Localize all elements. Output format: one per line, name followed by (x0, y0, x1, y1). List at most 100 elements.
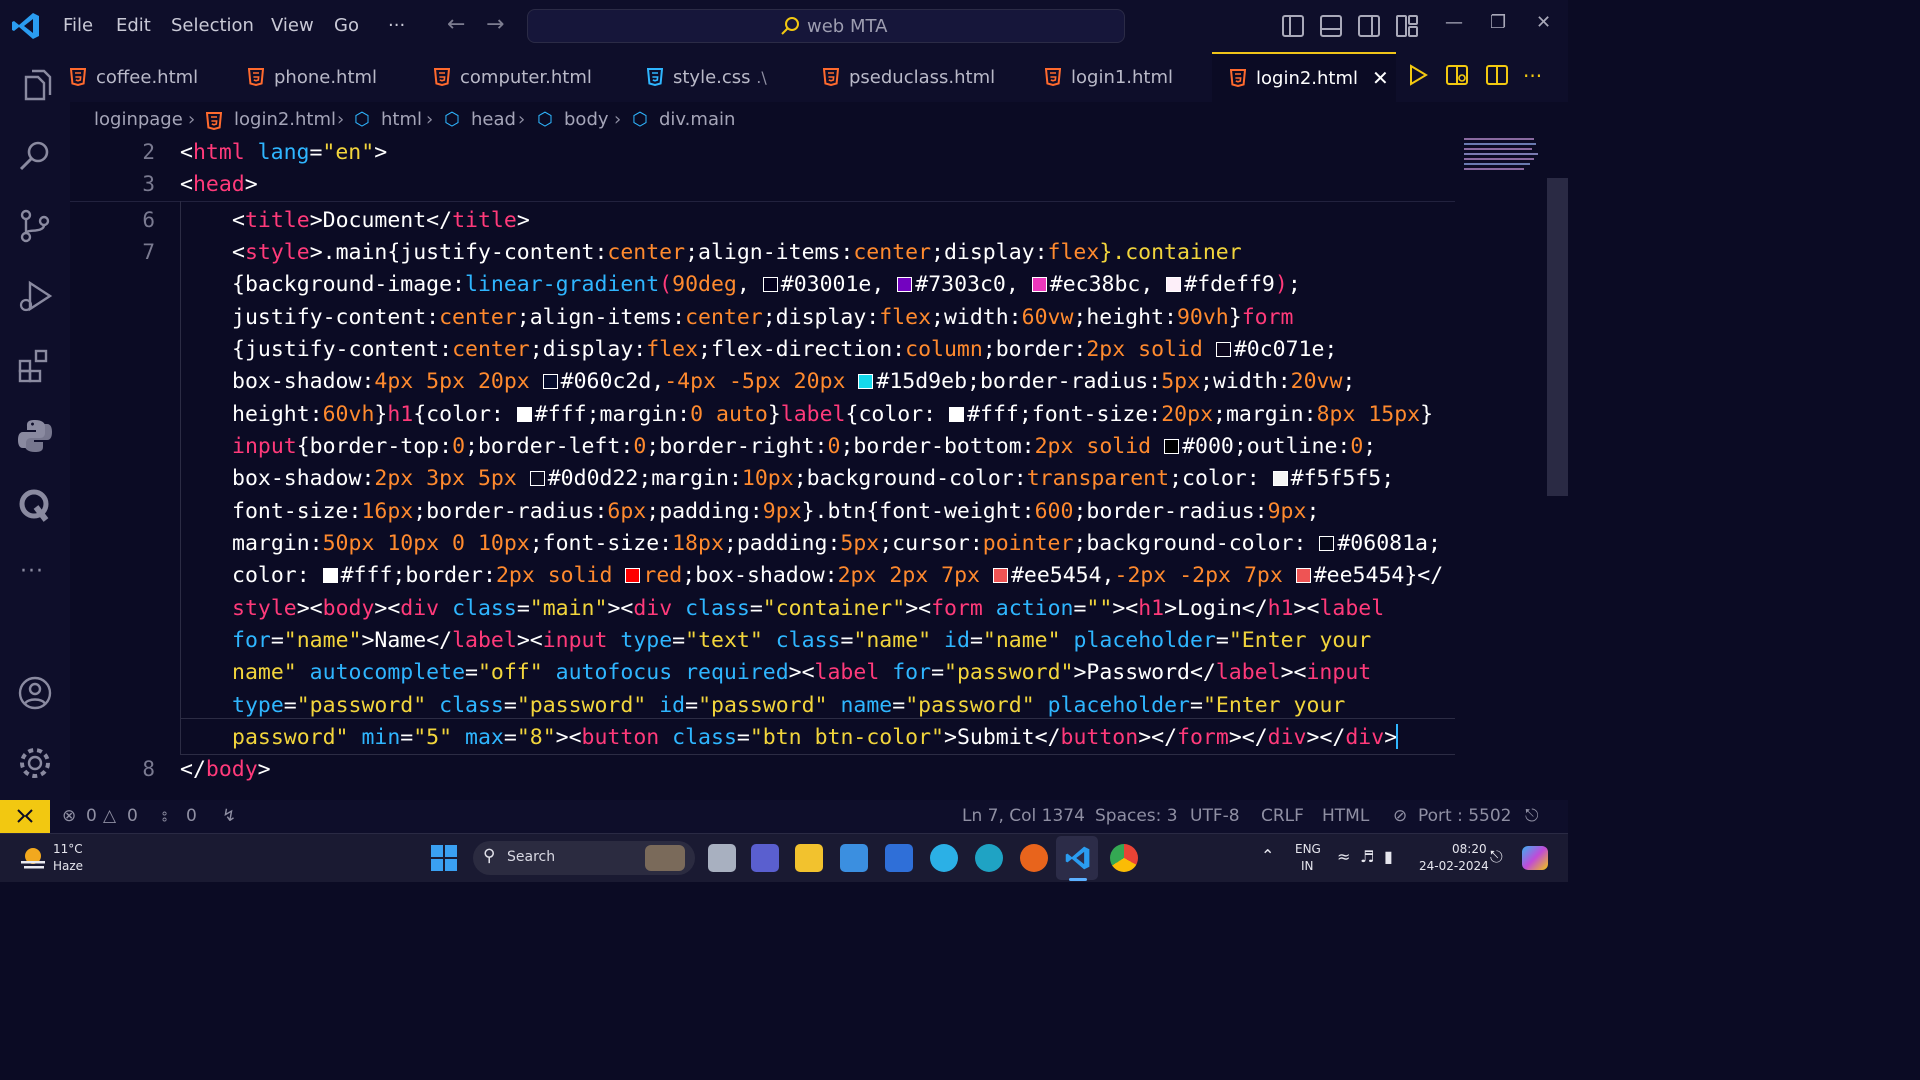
breadcrumb-head[interactable]: head (471, 109, 516, 130)
edge-browser-icon[interactable] (975, 844, 1003, 872)
notifications-bell-icon[interactable]: ⎋ (1525, 806, 1538, 826)
menu-edit[interactable]: Edit (116, 15, 151, 36)
command-center-search[interactable]: web MTA (527, 9, 1125, 43)
toggle-primary-sidebar-icon[interactable] (1282, 15, 1304, 37)
show-hidden-icons-chevron-icon[interactable]: ⌃ (1261, 846, 1274, 865)
toggle-secondary-sidebar-icon[interactable] (1358, 15, 1380, 37)
tab-login1-html[interactable]: login1.html (1044, 52, 1215, 102)
tab-pseduclass-html[interactable]: pseduclass.html (822, 52, 1033, 102)
code-line[interactable]: <html lang="en"> (180, 140, 387, 165)
end-of-line[interactable]: CRLF (1261, 806, 1304, 826)
code-line[interactable]: font-size:16px;border-radius:6px;padding… (232, 499, 1319, 524)
color-swatch-icon[interactable] (516, 407, 532, 422)
restore-icon[interactable]: ❐ (1490, 12, 1506, 33)
lightning-icon[interactable]: ↯ (222, 806, 236, 826)
color-swatch-icon[interactable] (1295, 568, 1311, 583)
toggle-panel-icon[interactable] (1320, 15, 1342, 37)
split-editor-icon[interactable] (1486, 64, 1508, 86)
code-line[interactable]: password" min="5" max="8"><button class=… (232, 725, 1397, 750)
code-line[interactable]: <style>.main{justify-content:center;alig… (232, 240, 1242, 265)
code-line[interactable]: {justify-content:center;display:flex;fle… (232, 337, 1337, 362)
windows-start-icon[interactable] (431, 845, 457, 871)
extension-q-icon[interactable] (16, 487, 54, 525)
code-line[interactable]: for="name">Name</label><input type="text… (232, 628, 1371, 653)
tab-phone-html[interactable]: phone.html (247, 52, 413, 102)
warnings-icon[interactable]: △ (103, 806, 116, 826)
close-tab-icon[interactable]: ✕ (1372, 66, 1389, 90)
color-swatch-icon[interactable] (949, 407, 965, 422)
clock-date[interactable]: 24-02-2024 (1419, 859, 1489, 873)
source-control-icon[interactable] (16, 207, 54, 245)
color-swatch-icon[interactable] (542, 374, 558, 389)
search-icon[interactable] (16, 137, 54, 175)
more-actions-icon[interactable]: ··· (1523, 64, 1542, 88)
open-preview-icon[interactable] (1446, 64, 1468, 86)
color-swatch-icon[interactable] (1031, 277, 1047, 292)
chrome-icon[interactable] (1110, 844, 1138, 872)
code-line[interactable]: box-shadow:4px 5px 20px #060c2d,-4px -5p… (232, 369, 1355, 394)
volume-icon[interactable]: ♬ (1360, 847, 1374, 866)
color-swatch-icon[interactable] (1215, 342, 1231, 357)
tab-login2-html[interactable]: login2.html ✕ (1212, 52, 1396, 102)
settings-gear-icon[interactable] (16, 744, 54, 782)
color-swatch-icon[interactable] (1272, 471, 1288, 486)
task-view-icon[interactable] (708, 844, 736, 872)
breadcrumb-body[interactable]: body (564, 109, 609, 130)
minimize-icon[interactable]: — (1445, 12, 1463, 33)
code-line[interactable]: type="password" class="password" id="pas… (232, 693, 1345, 718)
menu-selection[interactable]: Selection (171, 15, 254, 36)
code-line[interactable]: {background-image:linear-gradient(90deg,… (232, 272, 1301, 297)
extensions-icon[interactable] (16, 347, 54, 385)
errors-icon[interactable]: ⊗ (62, 806, 76, 826)
copilot-icon[interactable] (1522, 846, 1548, 870)
live-server-port[interactable]: Port : 5502 (1418, 806, 1512, 826)
vertical-scrollbar[interactable] (1547, 178, 1568, 496)
color-swatch-icon[interactable] (1319, 536, 1335, 551)
color-swatch-icon[interactable] (322, 568, 338, 583)
color-swatch-icon[interactable] (529, 471, 545, 486)
forward-arrow-icon[interactable]: → (486, 12, 504, 37)
code-line[interactable]: margin:50px 10px 0 10px;font-size:18px;p… (232, 531, 1441, 556)
indentation[interactable]: Spaces: 3 (1095, 806, 1178, 826)
python-icon[interactable] (16, 417, 54, 455)
code-line[interactable]: height:60vh}h1{color: #fff;margin:0 auto… (232, 402, 1433, 427)
run-file-icon[interactable] (1408, 64, 1428, 86)
vscode-taskbar-icon[interactable] (1064, 844, 1092, 872)
input-region[interactable]: IN (1301, 859, 1314, 873)
color-swatch-icon[interactable] (858, 374, 874, 389)
color-swatch-icon[interactable] (992, 568, 1008, 583)
teams-icon[interactable] (751, 844, 779, 872)
code-line[interactable]: justify-content:center;align-items:cente… (232, 305, 1293, 330)
tab-coffee-html[interactable]: coffee.html (69, 52, 225, 102)
explorer-icon[interactable] (16, 67, 54, 105)
mylio-icon[interactable] (885, 844, 913, 872)
battery-icon[interactable]: ▮ (1384, 847, 1393, 866)
notification-bell-icon[interactable]: ⎋ (1490, 847, 1503, 867)
file-explorer-icon[interactable] (795, 844, 823, 872)
code-line[interactable]: <title>Document</title> (232, 208, 530, 233)
back-arrow-icon[interactable]: ← (447, 12, 465, 37)
broadcast-icon[interactable]: ⦂ (162, 806, 167, 826)
code-line[interactable]: box-shadow:2px 3px 5px #0d0d22;margin:10… (232, 466, 1394, 491)
code-line[interactable]: name" autocomplete="off" autofocus requi… (232, 660, 1371, 685)
wifi-icon[interactable]: ≈ (1337, 847, 1350, 866)
breadcrumb-file[interactable]: login2.html (234, 109, 336, 130)
run-debug-icon[interactable] (16, 277, 54, 315)
close-window-icon[interactable]: ✕ (1536, 12, 1551, 33)
color-swatch-icon[interactable] (762, 277, 778, 292)
minimap[interactable] (1460, 132, 1540, 176)
menu-file[interactable]: File (63, 15, 93, 36)
clock-time[interactable]: 08:20 (1452, 842, 1487, 856)
remote-button[interactable] (0, 800, 50, 833)
accounts-icon[interactable] (16, 674, 54, 712)
live-server-icon[interactable]: ⊘ (1393, 806, 1407, 826)
tab-computer-html[interactable]: computer.html (433, 52, 634, 102)
tab-style-css[interactable]: style.css .\ (646, 52, 827, 102)
firefox-icon[interactable] (1020, 844, 1048, 872)
weather-haze-icon[interactable] (18, 843, 48, 873)
breadcrumb-div-main[interactable]: div.main (659, 109, 735, 130)
language-mode[interactable]: HTML (1322, 806, 1369, 826)
taskbar-search[interactable]: ⚲ Search (473, 841, 695, 875)
help-icon[interactable] (930, 844, 958, 872)
encoding[interactable]: UTF-8 (1190, 806, 1240, 826)
